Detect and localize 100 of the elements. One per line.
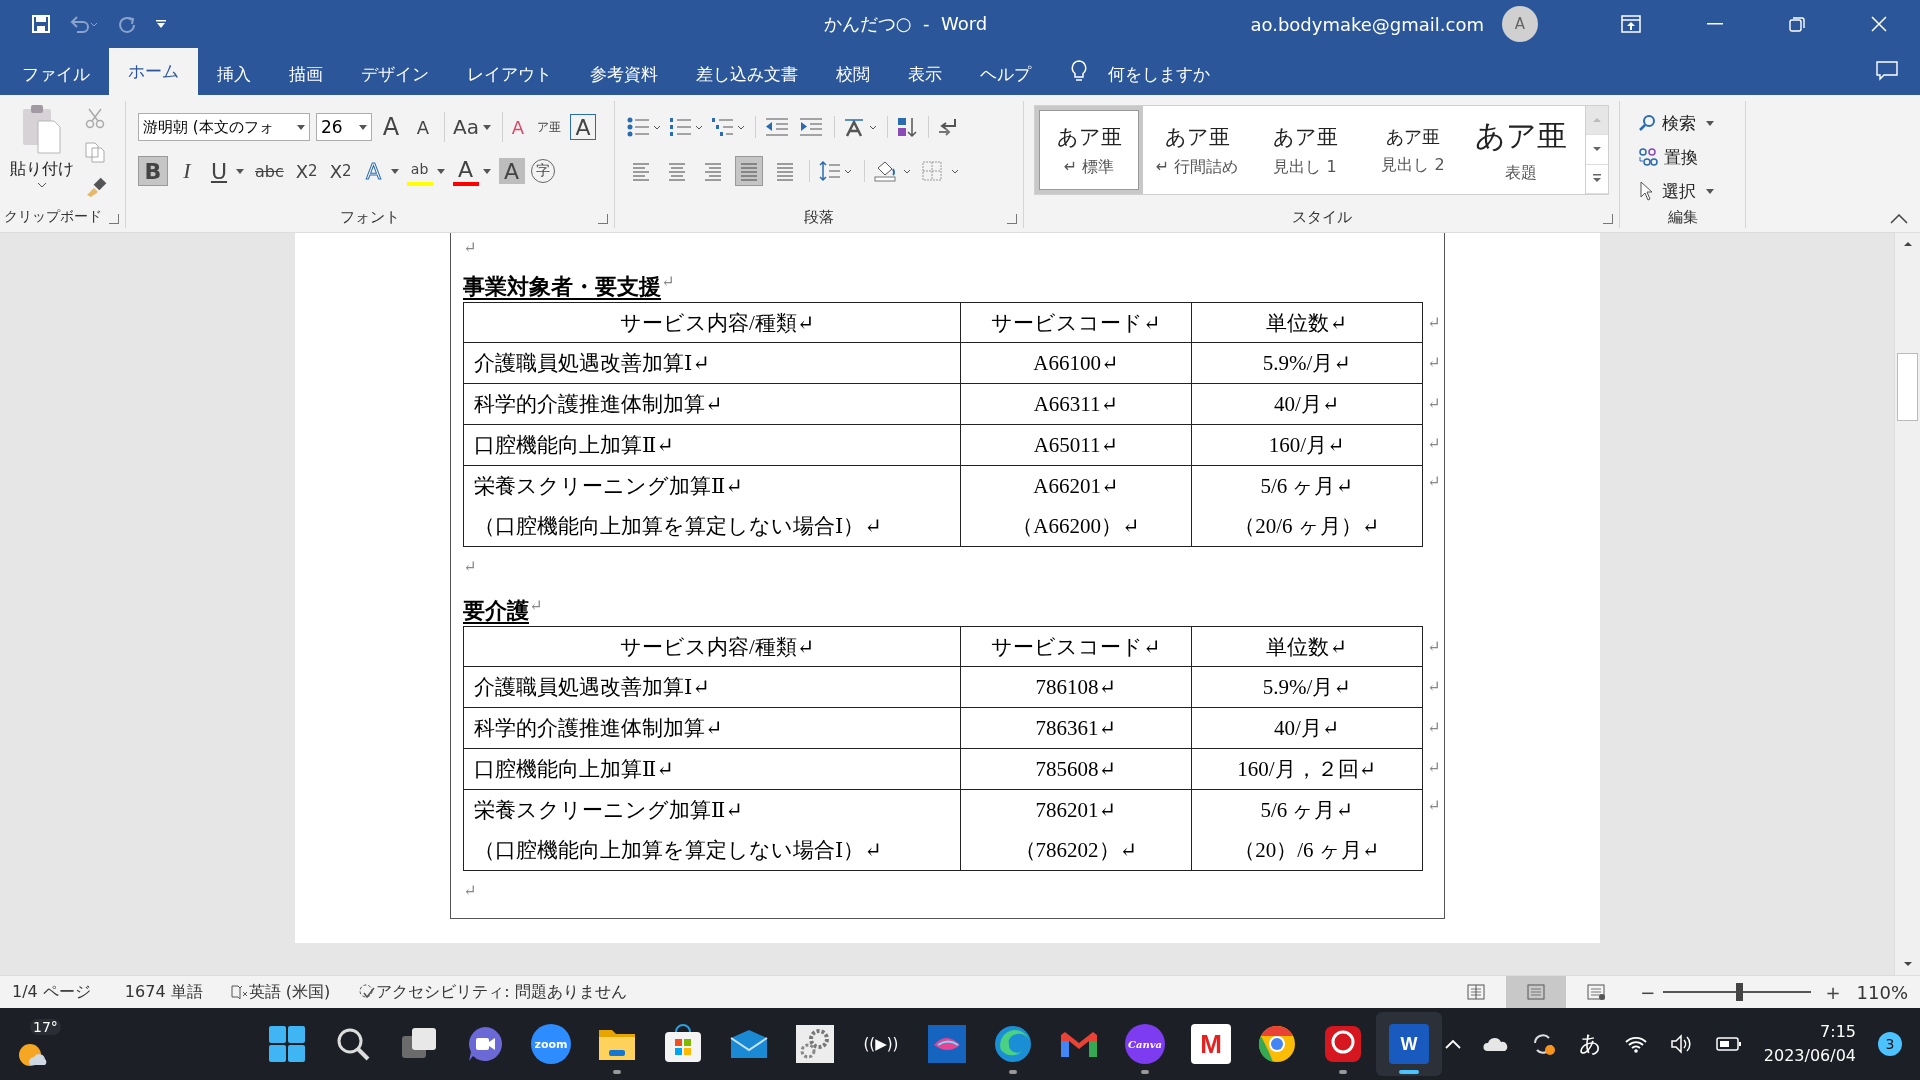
accessibility-status[interactable]: アクセシビリティ: 問題ありません [376,981,627,1003]
ribbon-tab[interactable]: 描画 [270,53,342,95]
save-icon[interactable] [31,14,51,34]
align-lines-icon [739,161,759,181]
change-case-button[interactable]: Aa [444,112,494,142]
cloud-icon[interactable] [1482,1036,1509,1052]
grow-font-button[interactable]: A [378,112,404,142]
word-count[interactable]: 1674 単語 [124,981,203,1003]
paint-bucket-icon[interactable] [864,160,913,182]
bullet-list-icon[interactable] [627,116,661,138]
strike-button[interactable]: abc [252,156,287,186]
tell-me-search[interactable]: 何をしますか [1108,53,1210,95]
page-count[interactable]: 1/4 ページ [12,981,91,1003]
scroll-down-icon[interactable] [1902,961,1913,967]
zoom-level[interactable]: 110% [1856,981,1908,1003]
style-item[interactable]: あア亜 ↵ 行間詰め [1143,106,1251,194]
print-view-button[interactable] [1506,975,1567,1009]
ribbon-tab[interactable]: デザイン [342,53,448,95]
underline-button[interactable]: U [206,156,232,186]
ribbon-display-icon[interactable] [1621,15,1641,33]
dialog-launcher-icon[interactable] [1007,214,1017,224]
ribbon-tab[interactable]: 参考資料 [571,53,677,95]
phonetic-guide-button[interactable]: ア亜 [533,112,564,142]
ribbon-tab[interactable]: 校閲 [817,53,889,95]
cast-taskbar-icon[interactable]: ((▶)) [848,1012,914,1076]
row-end-mark: ↵ [1427,353,1441,374]
zoom-in-button[interactable]: + [1825,981,1841,1003]
ribbon-tab[interactable]: ホーム [109,48,198,95]
input-method-indicator[interactable]: あ [1578,1029,1602,1059]
account-name[interactable]: ao.bodymake@gmail.com [1250,13,1484,35]
ribbon-tab[interactable]: 差し込み文書 [677,53,817,95]
vertical-scrollbar[interactable] [1894,233,1920,975]
font-size-field[interactable]: 26 [316,113,372,141]
zoom-slider-thumb[interactable] [1735,983,1743,1001]
line-spacing-icon[interactable] [809,160,854,182]
find-button[interactable]: 検索 [1638,109,1745,137]
comment-icon[interactable] [1876,61,1898,81]
restore-icon[interactable] [1789,16,1805,32]
increase-indent-icon[interactable] [798,116,824,138]
style-item[interactable]: あア亜 見出し 2 [1359,106,1467,194]
weather-widget[interactable]: 17° [16,1019,76,1069]
collapse-ribbon-icon[interactable] [1890,214,1908,224]
style-item[interactable]: あア亜 ↵ 標準 [1035,106,1143,194]
shading-button[interactable]: A [498,158,525,184]
scroll-thumb[interactable] [1897,353,1918,421]
accessibility-icon[interactable] [358,983,377,1001]
dialog-launcher-icon[interactable] [109,214,119,224]
style-item[interactable]: あア亜 見出し 1 [1251,106,1359,194]
bold-button[interactable]: B [138,156,168,186]
caret-icon[interactable] [236,168,244,174]
character-border-button[interactable]: A [569,114,596,140]
text-direction-icon[interactable] [834,116,877,138]
ribbon-tab[interactable]: 表示 [889,53,961,95]
show-hidden-icons[interactable] [1444,1039,1461,1049]
ribbon-tab[interactable]: レイアウト [448,53,571,95]
page-view-icon [1466,984,1487,1000]
table-cell-text: 40/月↵ [1273,715,1341,743]
avatar[interactable]: A [1502,6,1538,42]
multilevel-list-icon[interactable] [711,116,745,138]
scroll-up-icon[interactable] [1902,241,1913,247]
table-cell-text: 786201↵ [1034,797,1118,825]
select-button[interactable]: 選択 [1638,177,1745,205]
notification-badge[interactable]: 3 [1878,1032,1902,1056]
shrink-font-button[interactable]: A [410,112,436,142]
numbered-list-icon[interactable] [669,116,703,138]
ribbon-tab[interactable]: ヘルプ [961,53,1050,95]
zoom-out-button[interactable]: − [1640,981,1656,1003]
clear-format-button[interactable]: A [501,112,528,142]
highlight-button[interactable]: ab [406,156,433,186]
dialog-launcher-icon[interactable] [598,214,608,224]
decrease-indent-icon[interactable] [755,116,790,138]
redo-icon[interactable] [117,14,137,34]
font-name-field[interactable]: 游明朝 (本文のフォ [138,113,310,141]
show-marks-icon[interactable] [928,116,959,138]
color-button[interactable]: A [452,156,479,186]
ribbon-tab[interactable]: 挿入 [198,53,270,95]
italic-button[interactable]: I [174,156,200,186]
dialog-launcher-icon[interactable] [1603,214,1613,224]
replace-button[interactable]: 置換 [1638,143,1745,171]
column-header: 単位数↵ [1266,310,1348,335]
caret-icon[interactable] [436,168,445,174]
table-cell-text: （口腔機能向上加算を算定しない場合Ⅰ）↵ [474,837,883,865]
word-taskbar-icon[interactable]: W [1376,1012,1442,1076]
language-status[interactable]: 英語 (米国) [248,981,331,1003]
proofing-icon[interactable] [230,984,249,1000]
lightbulb-icon[interactable] [1070,59,1088,83]
sort-icon[interactable] [887,116,918,138]
close-icon[interactable] [1871,16,1887,32]
undo-icon[interactable] [69,14,99,34]
wifi-icon[interactable] [1623,1034,1648,1054]
battery-icon[interactable] [1715,1036,1742,1052]
caret-icon[interactable] [482,168,491,174]
paste-button[interactable]: 貼り付け [10,103,74,188]
table-cell-text: 5.9%/月↵ [1261,674,1352,702]
clock[interactable]: 7:15 2023/06/04 [1763,1020,1856,1068]
customize-caret-icon[interactable] [155,19,167,29]
style-item[interactable]: あア亜 表題 [1467,106,1575,194]
caret-icon[interactable] [390,168,399,174]
replace-icon [1638,147,1658,167]
ribbon-tab[interactable]: ファイル [3,53,109,95]
